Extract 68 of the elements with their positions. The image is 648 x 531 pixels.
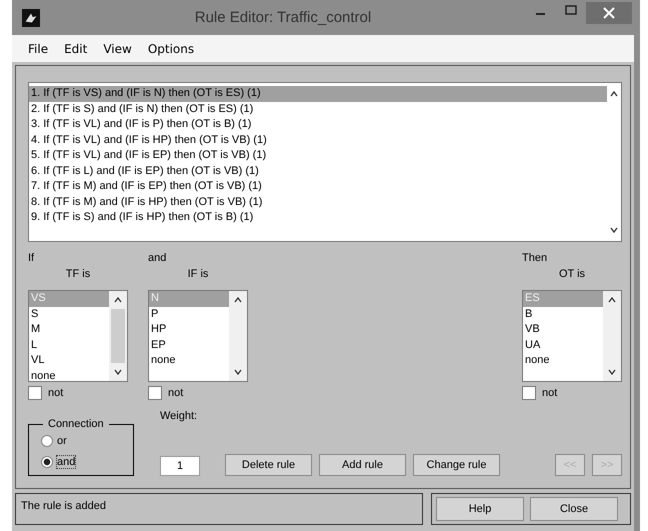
menu-item[interactable]: Edit — [56, 42, 96, 56]
checkbox[interactable] — [28, 386, 42, 400]
list-item[interactable]: none — [29, 368, 109, 381]
rule-item[interactable]: 7. If (TF is M) and (IF is EP) then (OT is VB) (1) — [29, 179, 607, 194]
action-button[interactable]: Change rule — [413, 454, 500, 476]
checkbox[interactable] — [148, 386, 162, 400]
rule-item[interactable]: 5. If (TF is VL) and (IF is EP) then (OT is VB) (1) — [29, 148, 607, 164]
action-button[interactable]: Add rule — [319, 454, 406, 476]
list-box[interactable]: N P HP EP none — [148, 290, 248, 382]
scroll-up-icon[interactable] — [609, 89, 619, 99]
weight-label: Weight: — [160, 410, 198, 422]
menu-item[interactable]: Options — [140, 42, 202, 56]
list-item[interactable]: P — [149, 306, 229, 322]
list-item[interactable]: EP — [149, 338, 229, 353]
scrollbar[interactable] — [229, 291, 247, 381]
rule-item[interactable]: 9. If (TF is S) and (IF is HP) then (OT is B) (1) — [29, 210, 607, 226]
scrollbar[interactable] — [603, 291, 621, 381]
menu-item[interactable]: View — [95, 42, 140, 56]
radio-button[interactable] — [41, 434, 53, 446]
rule-item[interactable]: 2. If (TF is S) and (IF is N) then (OT is ES) (1) — [29, 102, 607, 117]
checkbox-label: not — [542, 387, 558, 399]
weight-field[interactable]: 1 — [160, 456, 200, 476]
checkbox-label: not — [48, 387, 64, 399]
rule-list[interactable] — [28, 82, 622, 242]
column-heading: Then — [522, 252, 548, 266]
scroll-down-icon[interactable] — [607, 367, 617, 377]
list-item[interactable]: none — [523, 353, 603, 368]
variable-label: TF is — [64, 268, 92, 282]
dialog-button[interactable]: Close — [530, 497, 618, 521]
status-message: The rule is added — [15, 493, 423, 525]
variable-label: OT is — [558, 268, 586, 282]
scroll-down-icon[interactable] — [233, 367, 243, 377]
scroll-up-icon[interactable] — [233, 295, 243, 305]
list-item[interactable]: S — [29, 306, 109, 322]
scroll-up-icon[interactable] — [607, 295, 617, 305]
checkbox[interactable] — [522, 386, 536, 400]
menu-item[interactable]: File — [20, 42, 56, 56]
close-icon[interactable] — [586, 2, 632, 24]
scrollbar[interactable] — [109, 291, 127, 381]
rule-item[interactable]: 3. If (TF is VL) and (IF is P) then (OT is B) (1) — [29, 117, 607, 132]
radio-button[interactable] — [41, 456, 53, 468]
list-box[interactable]: ES B VB UA none — [522, 290, 622, 382]
list-item[interactable]: VL — [29, 353, 109, 368]
list-item[interactable]: L — [29, 338, 109, 353]
dialog-button[interactable]: Help — [436, 497, 524, 521]
checkbox-label: not — [168, 387, 184, 399]
rule-item[interactable]: 8. If (TF is M) and (IF is HP) then (OT is VB) (1) — [29, 194, 607, 210]
rule-item[interactable]: 1. If (TF is VS) and (IF is N) then (OT is ES) (1) — [29, 86, 607, 102]
column-heading: If — [28, 252, 36, 266]
scroll-down-icon[interactable] — [113, 367, 123, 377]
list-item[interactable]: HP — [149, 322, 229, 338]
action-button[interactable]: Delete rule — [225, 454, 312, 476]
radio-label[interactable]: and — [57, 456, 76, 468]
window-title: Rule Editor: Traffic_control — [194, 9, 372, 26]
column-heading: and — [148, 252, 168, 266]
scroll-up-icon[interactable] — [113, 295, 123, 305]
scroll-down-icon[interactable] — [609, 225, 619, 235]
list-item[interactable]: M — [29, 322, 109, 338]
rule-item[interactable]: 6. If (TF is L) and (IF is EP) then (OT is VB) (1) — [29, 164, 607, 179]
rule-item[interactable]: 4. If (TF is VL) and (IF is HP) then (OT is VB) (1) — [29, 132, 607, 148]
app-icon — [22, 8, 40, 26]
variable-label: IF is — [186, 268, 210, 282]
group-title: Connection — [47, 418, 105, 430]
list-item[interactable]: UA — [523, 338, 603, 353]
list-item[interactable]: none — [149, 353, 229, 368]
list-item[interactable]: B — [523, 306, 603, 322]
radio-label[interactable]: or — [57, 434, 67, 446]
list-item[interactable]: VB — [523, 322, 603, 338]
